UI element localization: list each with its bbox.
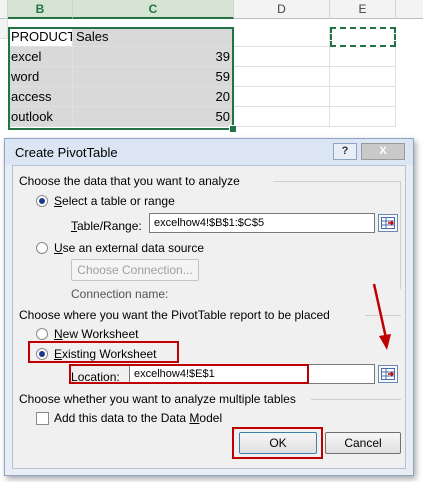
cell-b3[interactable]: word — [8, 67, 73, 87]
cell-b2[interactable]: excel — [8, 47, 73, 67]
new-worksheet-label[interactable]: New Worksheet — [54, 327, 138, 341]
select-table-label[interactable]: Select a table or range — [54, 194, 175, 208]
column-header-d[interactable]: D — [234, 0, 330, 19]
dialog-title: Create PivotTable — [15, 145, 118, 160]
cell-d1[interactable] — [234, 27, 330, 47]
cell-d5[interactable] — [234, 107, 330, 127]
dialog-client-area: Choose the data that you want to analyze… — [12, 165, 406, 469]
select-table-radio[interactable] — [36, 195, 48, 207]
cell-e2[interactable] — [330, 47, 396, 67]
cell-e1-marquee[interactable] — [330, 27, 396, 47]
new-worksheet-radio[interactable] — [36, 328, 48, 340]
data-model-label[interactable]: Add this data to the Data Model — [54, 411, 222, 425]
cell-b4[interactable]: access — [8, 87, 73, 107]
column-header-c[interactable]: C — [73, 0, 234, 19]
cell-b5[interactable]: outlook — [8, 107, 73, 127]
data-model-checkbox[interactable] — [36, 412, 49, 425]
range-selector-icon[interactable] — [378, 365, 398, 383]
cell-e3[interactable] — [330, 67, 396, 87]
location-input[interactable]: excelhow4!$E$1 — [129, 364, 375, 384]
cell-d2[interactable] — [234, 47, 330, 67]
existing-worksheet-radio[interactable] — [36, 348, 48, 360]
cell-c2[interactable]: 39 — [73, 47, 234, 67]
existing-worksheet-label[interactable]: Existing Worksheet — [54, 347, 157, 361]
choose-connection-button[interactable]: Choose Connection... — [71, 259, 199, 281]
column-header-e[interactable]: E — [330, 0, 396, 19]
corner-header — [0, 0, 8, 19]
cell-d4[interactable] — [234, 87, 330, 107]
cell-e5[interactable] — [330, 107, 396, 127]
location-label: Location: — [71, 370, 120, 384]
cell-e4[interactable] — [330, 87, 396, 107]
column-header-b[interactable]: B — [8, 0, 73, 19]
cell-c1[interactable]: Sales — [73, 27, 234, 47]
cell-d3[interactable] — [234, 67, 330, 87]
cell-c4[interactable]: 20 — [73, 87, 234, 107]
help-icon[interactable]: ? — [333, 143, 357, 160]
fill-handle[interactable] — [229, 125, 237, 133]
cancel-button[interactable]: Cancel — [325, 432, 401, 454]
create-pivottable-dialog: Create PivotTable ? X Choose the data th… — [4, 138, 414, 476]
external-source-label[interactable]: Use an external data source — [54, 241, 204, 255]
range-selector-icon[interactable] — [378, 214, 398, 232]
external-source-radio[interactable] — [36, 242, 48, 254]
group-divider-right — [400, 181, 401, 289]
spreadsheet-area: B C D E PRODUCT Sales excel 39 word 59 a… — [0, 0, 423, 140]
cell-b1[interactable]: PRODUCT — [8, 27, 73, 47]
column-header-f[interactable] — [396, 0, 423, 19]
close-icon[interactable]: X — [361, 143, 405, 160]
section-placement-label: Choose where you want the PivotTable rep… — [19, 308, 330, 322]
table-range-input[interactable]: excelhow4!$B$1:$C$5 — [149, 213, 375, 233]
red-arrow-annotation — [372, 283, 391, 350]
table-range-label: Table/Range: — [71, 219, 142, 233]
group-divider — [311, 399, 401, 400]
connection-name-label: Connection name: — [71, 287, 169, 301]
ok-button[interactable]: OK — [239, 432, 317, 454]
dialog-titlebar[interactable]: Create PivotTable ? X — [5, 139, 413, 165]
row-header — [0, 19, 8, 39]
cell-c3[interactable]: 59 — [73, 67, 234, 87]
section-analyze-label: Choose the data that you want to analyze — [19, 174, 240, 188]
cell-c5[interactable]: 50 — [73, 107, 234, 127]
group-divider — [273, 181, 401, 182]
section-multiple-tables-label: Choose whether you want to analyze multi… — [19, 392, 296, 406]
